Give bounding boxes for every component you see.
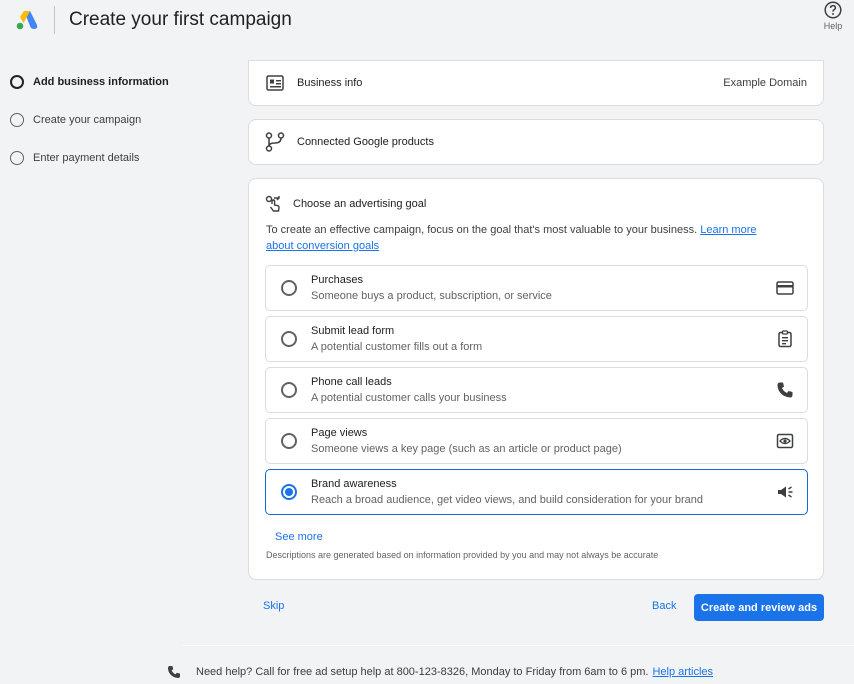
business-domain-value: Example Domain [723, 77, 807, 89]
step-indicator-icon [10, 74, 24, 89]
phone-icon [168, 666, 180, 678]
step-enter-payment-details[interactable]: Enter payment details [10, 148, 169, 167]
goal-option-submit-lead-form[interactable]: Submit lead form A potential customer fi… [265, 316, 808, 362]
business-info-card[interactable]: Business info Example Domain [248, 60, 824, 106]
step-indicator-icon [10, 112, 24, 127]
radio-button[interactable] [281, 331, 297, 347]
learn-more-link-text: Learn more [700, 224, 757, 236]
step-label: Add business information [33, 75, 169, 88]
step-add-business-information[interactable]: Add business information [10, 72, 169, 91]
radio-button[interactable] [281, 280, 297, 296]
step-create-your-campaign[interactable]: Create your campaign [10, 110, 169, 129]
see-more-link[interactable]: See more [275, 531, 323, 543]
step-label: Create your campaign [33, 113, 142, 126]
option-description: Reach a broad audience, get video views,… [311, 494, 703, 506]
goal-touch-icon [265, 195, 280, 212]
help-label: Help [823, 21, 843, 31]
step-indicator-icon [10, 150, 24, 165]
footer-divider [183, 645, 854, 646]
megaphone-icon [778, 486, 793, 498]
help-button[interactable]: Help [821, 1, 845, 31]
google-ads-logo[interactable] [16, 10, 38, 30]
goal-option-purchases[interactable]: Purchases Someone buys a product, subscr… [265, 265, 808, 311]
goal-description: To create an effective campaign, focus o… [266, 222, 806, 254]
ai-disclaimer: Descriptions are generated based on info… [266, 550, 659, 560]
goal-section-title: Choose an advertising goal [293, 198, 427, 210]
option-title: Submit lead form [311, 325, 395, 337]
option-title: Phone call leads [311, 376, 392, 388]
footer-help-text: Need help? Call for free ad setup help a… [196, 666, 649, 678]
credit-card-icon [776, 281, 794, 295]
option-title: Brand awareness [311, 478, 397, 490]
page-title: Create your first campaign [69, 9, 292, 30]
skip-button[interactable]: Skip [263, 600, 284, 612]
help-footer: Need help? Call for free ad setup help a… [166, 664, 713, 680]
create-and-review-ads-button[interactable]: Create and review ads [694, 594, 824, 621]
radio-button-selected[interactable] [281, 484, 297, 500]
learn-more-link-text-2: about conversion goals [266, 240, 380, 252]
option-description: Someone buys a product, subscription, or… [311, 290, 552, 302]
top-header: Create your first campaign Help [0, 0, 854, 42]
phone-icon [777, 382, 793, 398]
business-card-icon [265, 73, 285, 93]
option-description: Someone views a key page (such as an art… [311, 443, 622, 455]
option-title: Purchases [311, 274, 363, 286]
connected-products-title: Connected Google products [297, 136, 434, 148]
goal-option-phone-call-leads[interactable]: Phone call leads A potential customer ca… [265, 367, 808, 413]
advertising-goal-card: Choose an advertising goal To create an … [248, 178, 824, 580]
option-description: A potential customer fills out a form [311, 341, 483, 353]
step-label: Enter payment details [33, 151, 140, 164]
connected-products-card[interactable]: Connected Google products [248, 119, 824, 165]
option-description: A potential customer calls your business [311, 392, 507, 404]
goal-option-page-views[interactable]: Page views Someone views a key page (suc… [265, 418, 808, 464]
help-articles-link[interactable]: Help articles [652, 666, 713, 678]
radio-button[interactable] [281, 382, 297, 398]
goal-option-brand-awareness[interactable]: Brand awareness Reach a broad audience, … [265, 469, 808, 515]
business-info-title: Business info [297, 77, 363, 89]
header-divider [54, 6, 55, 34]
help-icon [824, 1, 842, 19]
clipboard-icon [778, 330, 792, 348]
radio-button[interactable] [281, 433, 297, 449]
connected-products-icon [265, 132, 285, 152]
option-title: Page views [311, 427, 368, 439]
setup-steps: Add business information Create your cam… [10, 72, 169, 186]
back-button[interactable]: Back [652, 600, 676, 612]
page-view-icon [776, 433, 794, 449]
goal-description-text: To create an effective campaign, focus o… [266, 224, 698, 236]
